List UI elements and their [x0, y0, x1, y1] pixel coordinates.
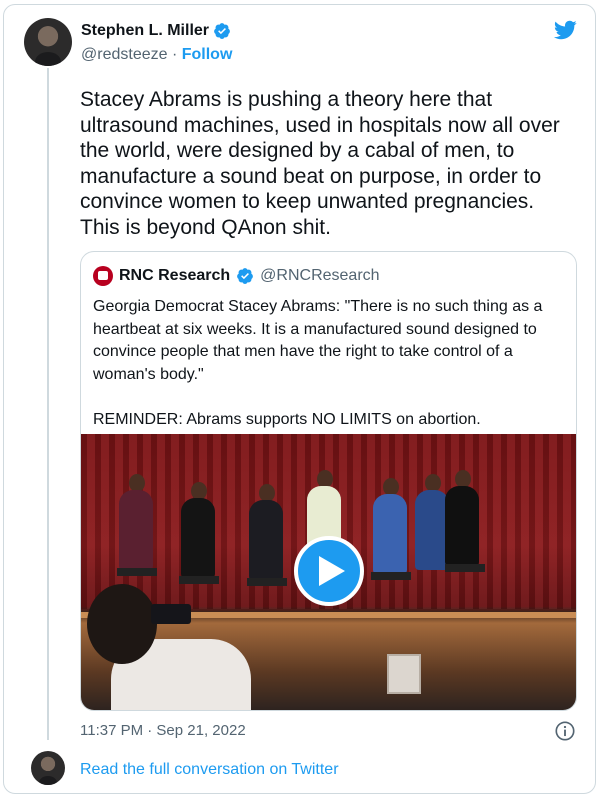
- author-name-row[interactable]: Stephen L. Miller: [81, 22, 231, 40]
- rnc-research-avatar[interactable]: [93, 266, 113, 286]
- floor-speaker: [387, 654, 421, 694]
- panelist: [119, 490, 153, 570]
- quoted-author-name[interactable]: RNC Research: [119, 267, 230, 285]
- stage-chair: [117, 568, 157, 576]
- thread-line: [47, 68, 49, 740]
- phone: [151, 604, 191, 624]
- panelist: [415, 490, 449, 570]
- play-icon: [319, 556, 345, 586]
- tweet-timestamp[interactable]: 11:37 PM · Sep 21, 2022: [80, 722, 246, 739]
- verified-badge-icon: [237, 268, 254, 284]
- reply-avatar[interactable]: [31, 751, 65, 785]
- panelist: [181, 498, 215, 578]
- stage-chair: [445, 564, 485, 572]
- panelist: [249, 500, 283, 580]
- author-handle[interactable]: @redsteeze: [81, 46, 168, 63]
- read-full-conversation-link[interactable]: Read the full conversation on Twitter: [80, 761, 339, 779]
- verified-badge-icon: [214, 23, 230, 39]
- handle-separator: ·: [167, 46, 182, 63]
- twitter-bird-icon[interactable]: [551, 18, 579, 42]
- quoted-tweet-text: Georgia Democrat Stacey Abrams: "There i…: [93, 298, 543, 428]
- quoted-tweet[interactable]: RNC Research @RNCResearch Georgia Democr…: [80, 251, 577, 711]
- stage-chair: [247, 578, 287, 586]
- author-avatar[interactable]: [24, 18, 72, 66]
- play-button[interactable]: [294, 536, 364, 606]
- follow-button[interactable]: Follow: [182, 46, 233, 63]
- panelist: [373, 494, 407, 574]
- info-icon[interactable]: [554, 720, 576, 742]
- audience-member-head: [87, 584, 157, 664]
- tweet-text: Stacey Abrams is pushing a theory here t…: [80, 88, 560, 239]
- video-thumbnail[interactable]: [81, 434, 576, 710]
- stage-chair: [371, 572, 411, 580]
- panelist: [445, 486, 479, 566]
- quoted-tweet-header: RNC Research @RNCResearch: [93, 266, 380, 286]
- stage-chair: [179, 576, 219, 584]
- author-handle-row: @redsteeze · Follow: [81, 46, 232, 64]
- author-name[interactable]: Stephen L. Miller: [81, 22, 209, 40]
- quoted-author-handle[interactable]: @RNCResearch: [260, 267, 379, 285]
